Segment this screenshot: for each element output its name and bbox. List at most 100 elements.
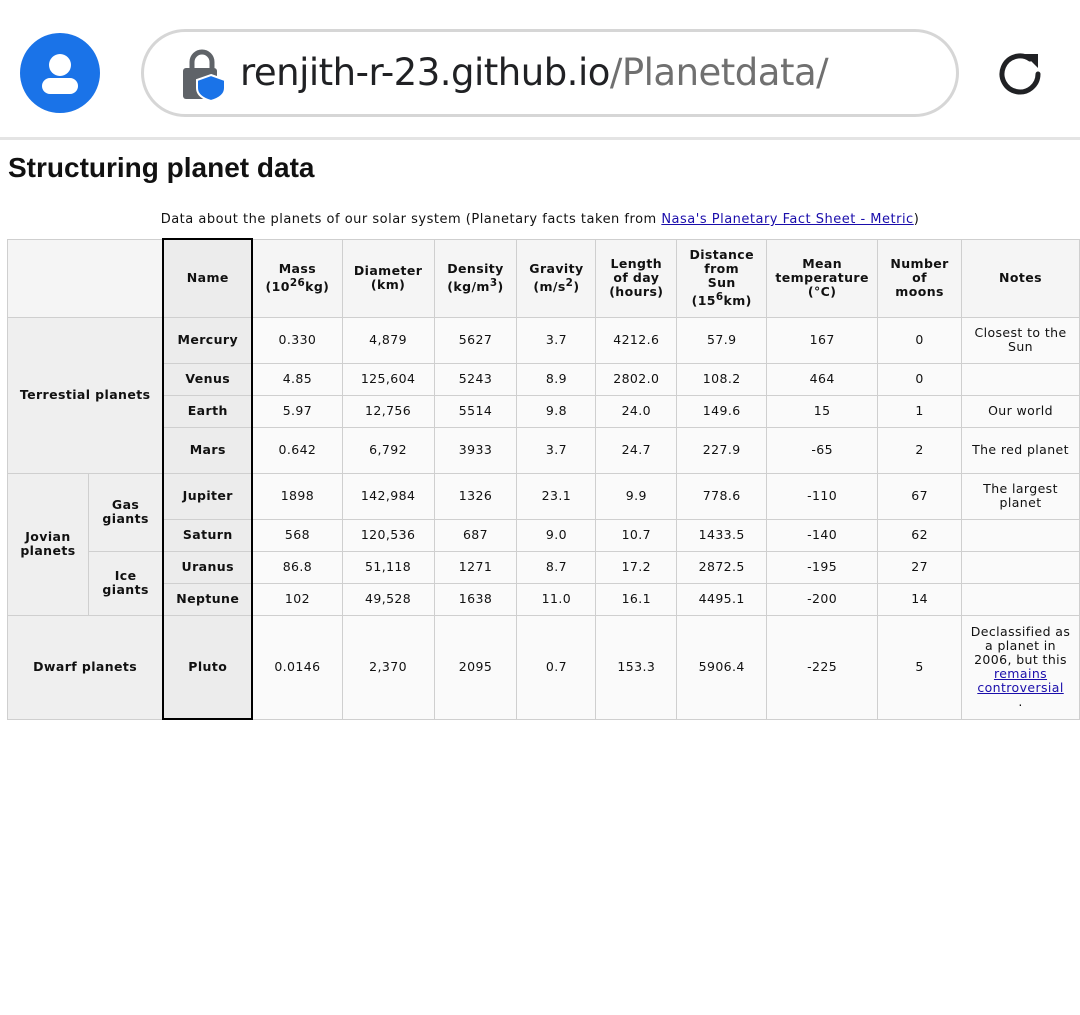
- cell-gravity: 9.8: [516, 394, 597, 428]
- cell-diameter: 6,792: [341, 426, 435, 474]
- table-row: Terrestial planets Mercury 0.330 4,879 5…: [7, 316, 1080, 474]
- cell-density: 3933: [433, 426, 518, 474]
- cell-gravity: 8.9: [516, 362, 597, 396]
- header-row: Name Mass (1026kg) Diameter (km) Density (k…: [7, 238, 1080, 318]
- person-icon: [49, 54, 71, 76]
- table-row: Venus 4.85 125,604 5243 8.9 2802.0 108.2…: [8, 362, 1080, 396]
- table-row: Saturn 568 120,536 687 9.0 10.7 1433.5 -…: [8, 518, 1080, 552]
- cell-density: 5243: [433, 362, 518, 396]
- cell-notes: Declassified as a planet in 2006, but th…: [961, 614, 1080, 720]
- cell-day: 24.0: [595, 394, 678, 428]
- cell-temp: -225: [766, 614, 879, 720]
- cell-distance: 4495.1: [676, 582, 768, 616]
- group-terrestrial: Terrestial planets: [7, 316, 164, 474]
- cell-diameter: 2,370: [341, 614, 435, 720]
- url-text[interactable]: renjith-r-23.github.io/Planetdata/: [240, 50, 829, 96]
- caption-prefix: Data about the planets of our solar syst…: [160, 212, 662, 227]
- corner-cell: [7, 238, 164, 318]
- cell-day: 10.7: [595, 518, 678, 552]
- cell-moons: 14: [877, 582, 963, 616]
- cell-distance: 778.6: [676, 472, 768, 520]
- cell-temp: -110: [766, 472, 879, 520]
- header-diameter: Diameter (km): [341, 238, 435, 318]
- cell-gravity: 9.0: [516, 518, 597, 552]
- group-ice-giants: Ice giants: [87, 550, 164, 616]
- reload-icon[interactable]: [994, 48, 1046, 100]
- planet-name: Saturn: [162, 518, 254, 552]
- cell-notes: The red planet: [961, 426, 1080, 474]
- cell-mass: 0.330: [251, 316, 343, 364]
- caption-suffix: ): [913, 212, 920, 227]
- cell-gravity: 11.0: [516, 582, 597, 616]
- table-caption: Data about the planets of our solar syst…: [0, 212, 1080, 227]
- group-jovian: Jovian planets: [7, 472, 89, 616]
- cell-distance: 2872.5: [676, 550, 768, 584]
- cell-temp: 15: [766, 394, 879, 428]
- cell-temp: -200: [766, 582, 879, 616]
- cell-diameter: 49,528: [341, 582, 435, 616]
- cell-diameter: 142,984: [341, 472, 435, 520]
- cell-moons: 27: [877, 550, 963, 584]
- cell-day: 153.3: [595, 614, 678, 720]
- header-density: Density (kg/m3): [433, 238, 518, 318]
- cell-gravity: 8.7: [516, 550, 597, 584]
- secure-lock-icon[interactable]: [180, 49, 228, 101]
- header-mass: Mass (1026kg): [251, 238, 343, 318]
- notes-text: Declassified as a planet in 2006, but th…: [970, 624, 1071, 667]
- planet-name: Jupiter: [162, 472, 254, 520]
- header-mean-temperature: Mean temperature (°C): [766, 238, 879, 318]
- cell-density: 1638: [433, 582, 518, 616]
- cell-moons: 1: [877, 394, 963, 428]
- cell-moons: 67: [877, 472, 963, 520]
- cell-mass: 86.8: [251, 550, 343, 584]
- url-path: /Planetdata/: [609, 51, 829, 94]
- cell-notes: Our world: [961, 394, 1080, 428]
- cell-notes: [961, 362, 1080, 396]
- cell-mass: 1898: [251, 472, 343, 520]
- planet-name: Neptune: [162, 582, 254, 616]
- cell-density: 5514: [433, 394, 518, 428]
- cell-day: 24.7: [595, 426, 678, 474]
- planet-name: Earth: [162, 394, 254, 428]
- cell-gravity: 3.7: [516, 316, 597, 364]
- cell-mass: 0.0146: [251, 614, 343, 720]
- planet-data-table: Name Mass (1026kg) Diameter (km) Density (k…: [7, 238, 1080, 720]
- cell-temp: -140: [766, 518, 879, 552]
- nasa-fact-sheet-link[interactable]: Nasa's Planetary Fact Sheet - Metric: [661, 212, 913, 227]
- cell-day: 17.2: [595, 550, 678, 584]
- cell-density: 5627: [433, 316, 518, 364]
- cell-temp: 167: [766, 316, 879, 364]
- table-row: Earth 5.97 12,756 5514 9.8 24.0 149.6 15…: [8, 394, 1080, 428]
- planet-name: Pluto: [162, 614, 254, 720]
- cell-mass: 0.642: [251, 426, 343, 474]
- header-moons: Number of moons: [877, 238, 963, 318]
- header-length-of-day: Length of day (hours): [595, 238, 678, 318]
- cell-distance: 227.9: [676, 426, 768, 474]
- table-row: Neptune 102 49,528 1638 11.0 16.1 4495.1…: [8, 582, 1080, 616]
- cell-diameter: 51,118: [341, 550, 435, 584]
- cell-gravity: 3.7: [516, 426, 597, 474]
- remains-controversial-link[interactable]: remains controversial: [977, 666, 1063, 695]
- cell-moons: 0: [877, 316, 963, 364]
- group-dwarf: Dwarf planets: [7, 614, 164, 720]
- cell-diameter: 12,756: [341, 394, 435, 428]
- cell-notes: [961, 518, 1080, 552]
- address-bar[interactable]: renjith-r-23.github.io/Planetdata/: [141, 29, 959, 117]
- notes-end: .: [1018, 694, 1023, 709]
- cell-mass: 5.97: [251, 394, 343, 428]
- header-notes: Notes: [961, 238, 1080, 318]
- cell-day: 9.9: [595, 472, 678, 520]
- cell-notes: The largest planet: [961, 472, 1080, 520]
- cell-temp: -65: [766, 426, 879, 474]
- planet-name: Uranus: [162, 550, 254, 584]
- cell-density: 2095: [433, 614, 518, 720]
- account-avatar-button[interactable]: [20, 33, 100, 113]
- cell-day: 4212.6: [595, 316, 678, 364]
- cell-notes: [961, 550, 1080, 584]
- cell-density: 1326: [433, 472, 518, 520]
- header-name: Name: [162, 238, 254, 318]
- cell-distance: 57.9: [676, 316, 768, 364]
- table-row: Mars 0.642 6,792 3933 3.7 24.7 227.9 -65…: [8, 426, 1080, 474]
- cell-mass: 568: [251, 518, 343, 552]
- header-distance: Distance from Sun (156km): [676, 238, 768, 318]
